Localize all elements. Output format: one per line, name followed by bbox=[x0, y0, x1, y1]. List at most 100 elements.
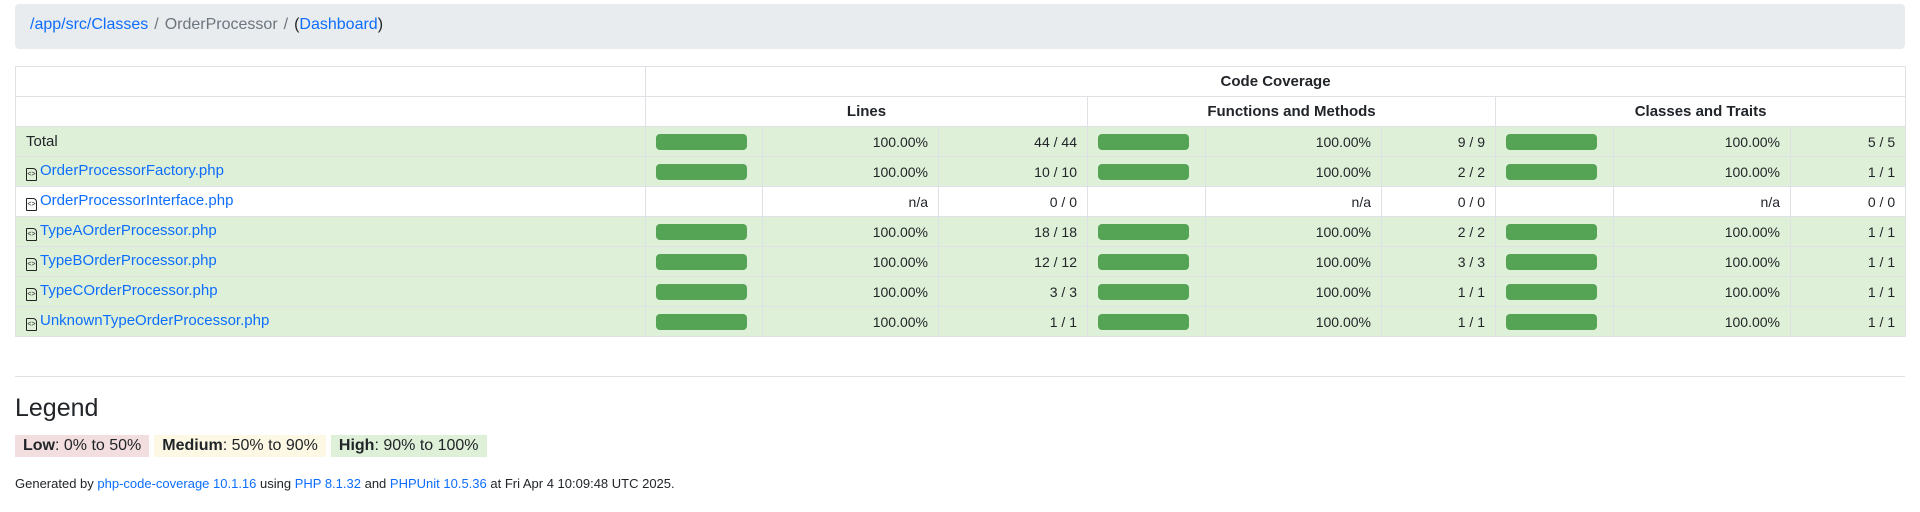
lines-count: 1 / 1 bbox=[938, 306, 1088, 337]
coverage-bar bbox=[656, 253, 747, 270]
classes-percent: 100.00% bbox=[1613, 126, 1791, 157]
divider bbox=[15, 376, 1905, 377]
file-link[interactable]: TypeCOrderProcessor.php bbox=[40, 282, 218, 299]
lines-bar-cell bbox=[645, 276, 763, 307]
breadcrumb-link-classes[interactable]: /app/src/Classes bbox=[30, 16, 148, 33]
classes-bar-cell bbox=[1495, 276, 1614, 307]
file-link[interactable]: TypeBOrderProcessor.php bbox=[40, 252, 217, 269]
legend-title: Legend bbox=[15, 394, 99, 422]
classes-bar-cell bbox=[1495, 246, 1614, 277]
lines-bar-cell bbox=[645, 246, 763, 277]
file-code-icon: <> bbox=[26, 228, 37, 241]
row-name-cell: <> UnknownTypeOrderProcessor.php bbox=[15, 306, 646, 337]
lines-bar-cell bbox=[645, 186, 763, 217]
coverage-bar bbox=[656, 133, 747, 150]
lines-bar-cell bbox=[645, 306, 763, 337]
classes-percent: 100.00% bbox=[1613, 306, 1791, 337]
coverage-bar bbox=[1506, 223, 1597, 240]
table-row: <> OrderProcessorFactory.php 100.00% 10 / 1… bbox=[15, 156, 1907, 187]
classes-bar-cell bbox=[1495, 126, 1614, 157]
lines-percent: 100.00% bbox=[762, 126, 939, 157]
lines-count: 10 / 10 bbox=[938, 156, 1088, 187]
legend-medium-label: Medium bbox=[162, 437, 223, 454]
funcs-count: 3 / 3 bbox=[1381, 246, 1496, 277]
link-php-code-coverage[interactable]: php-code-coverage 10.1.16 bbox=[97, 476, 256, 491]
table-row: <> TypeAOrderProcessor.php 100.00% 18 / 18 1… bbox=[15, 216, 1907, 247]
breadcrumb-separator: / bbox=[283, 16, 289, 33]
row-name-cell: <> TypeCOrderProcessor.php bbox=[15, 276, 646, 307]
classes-bar-cell bbox=[1495, 156, 1614, 187]
link-phpunit[interactable]: PHPUnit 10.5.36 bbox=[390, 476, 487, 491]
table-row: <> UnknownTypeOrderProcessor.php 100.00% 1 … bbox=[15, 306, 1907, 337]
lines-count: 0 / 0 bbox=[938, 186, 1088, 217]
legend-low: Low: 0% to 50% bbox=[15, 435, 150, 457]
footer-text: and bbox=[360, 476, 390, 491]
file-link[interactable]: TypeAOrderProcessor.php bbox=[40, 222, 217, 239]
file-link[interactable]: UnknownTypeOrderProcessor.php bbox=[40, 312, 269, 329]
coverage-bar bbox=[656, 313, 747, 330]
classes-count: 1 / 1 bbox=[1789, 276, 1907, 307]
header-empty bbox=[15, 96, 646, 127]
coverage-bar bbox=[1506, 313, 1597, 330]
funcs-percent: 100.00% bbox=[1205, 306, 1382, 337]
legend-high: High: 90% to 100% bbox=[330, 435, 487, 457]
breadcrumb-current: OrderProcessor bbox=[164, 16, 278, 33]
coverage-bar bbox=[1098, 253, 1189, 270]
coverage-bar bbox=[1506, 283, 1597, 300]
footer-text: at Fri Apr 4 10:09:48 UTC 2025. bbox=[486, 476, 675, 491]
funcs-bar-cell bbox=[1087, 216, 1206, 247]
header-code-coverage: Code Coverage bbox=[644, 66, 1907, 97]
coverage-bar bbox=[1098, 223, 1189, 240]
row-name-cell: <> OrderProcessorInterface.php bbox=[15, 186, 646, 217]
funcs-count: 2 / 2 bbox=[1381, 156, 1496, 187]
funcs-count: 0 / 0 bbox=[1381, 186, 1496, 217]
classes-count: 0 / 0 bbox=[1789, 186, 1907, 217]
lines-bar-cell bbox=[645, 156, 763, 187]
breadcrumb-separator: / bbox=[154, 16, 159, 33]
paren-close: ) bbox=[377, 16, 384, 33]
coverage-bar bbox=[656, 223, 747, 240]
funcs-count: 2 / 2 bbox=[1381, 216, 1496, 247]
file-code-icon: <> bbox=[26, 168, 37, 181]
coverage-bar bbox=[1098, 163, 1189, 180]
lines-percent: 100.00% bbox=[762, 276, 939, 307]
funcs-count: 9 / 9 bbox=[1381, 126, 1496, 157]
legend: Low: 0% to 50% Medium: 50% to 90% High: … bbox=[15, 435, 487, 457]
classes-count: 1 / 1 bbox=[1789, 156, 1907, 187]
funcs-bar-cell bbox=[1087, 276, 1206, 307]
breadcrumb-link-dashboard[interactable]: Dashboard bbox=[299, 16, 377, 33]
lines-count: 44 / 44 bbox=[938, 126, 1088, 157]
footer: Generated by php-code-coverage 10.1.16 u… bbox=[15, 476, 675, 491]
legend-medium-range: : 50% to 90% bbox=[222, 437, 318, 454]
funcs-count: 1 / 1 bbox=[1381, 306, 1496, 337]
funcs-bar-cell bbox=[1087, 246, 1206, 277]
classes-count: 1 / 1 bbox=[1789, 246, 1907, 277]
classes-bar-cell bbox=[1495, 216, 1614, 247]
classes-percent: 100.00% bbox=[1613, 156, 1791, 187]
lines-count: 18 / 18 bbox=[938, 216, 1088, 247]
classes-count: 1 / 1 bbox=[1789, 306, 1907, 337]
classes-bar-cell bbox=[1495, 186, 1614, 217]
row-name-cell: Total bbox=[15, 126, 646, 157]
classes-percent: 100.00% bbox=[1613, 246, 1791, 277]
coverage-bar bbox=[1098, 313, 1189, 330]
table-row: <> TypeCOrderProcessor.php 100.00% 3 / 3 100… bbox=[15, 276, 1907, 307]
table-row: <> OrderProcessorInterface.php n/a 0 / 0 n/a… bbox=[15, 186, 1907, 217]
funcs-percent: 100.00% bbox=[1205, 246, 1382, 277]
legend-low-range: : 0% to 50% bbox=[55, 437, 142, 454]
row-name-cell: <> TypeBOrderProcessor.php bbox=[15, 246, 646, 277]
footer-text: using bbox=[256, 476, 295, 491]
file-link[interactable]: OrderProcessorFactory.php bbox=[40, 162, 224, 179]
lines-count: 3 / 3 bbox=[938, 276, 1088, 307]
link-php[interactable]: PHP 8.1.32 bbox=[295, 476, 361, 491]
funcs-percent: 100.00% bbox=[1205, 126, 1382, 157]
header-functions: Functions and Methods bbox=[1087, 96, 1496, 127]
file-link[interactable]: OrderProcessorInterface.php bbox=[40, 192, 233, 209]
lines-percent: 100.00% bbox=[762, 216, 939, 247]
legend-high-range: : 90% to 100% bbox=[374, 437, 479, 454]
classes-percent: 100.00% bbox=[1613, 216, 1791, 247]
breadcrumb: /app/src/Classes / OrderProcessor / (Dashboa… bbox=[15, 4, 1905, 49]
row-name-cell: <> OrderProcessorFactory.php bbox=[15, 156, 646, 187]
funcs-bar-cell bbox=[1087, 126, 1206, 157]
lines-percent: n/a bbox=[762, 186, 939, 217]
